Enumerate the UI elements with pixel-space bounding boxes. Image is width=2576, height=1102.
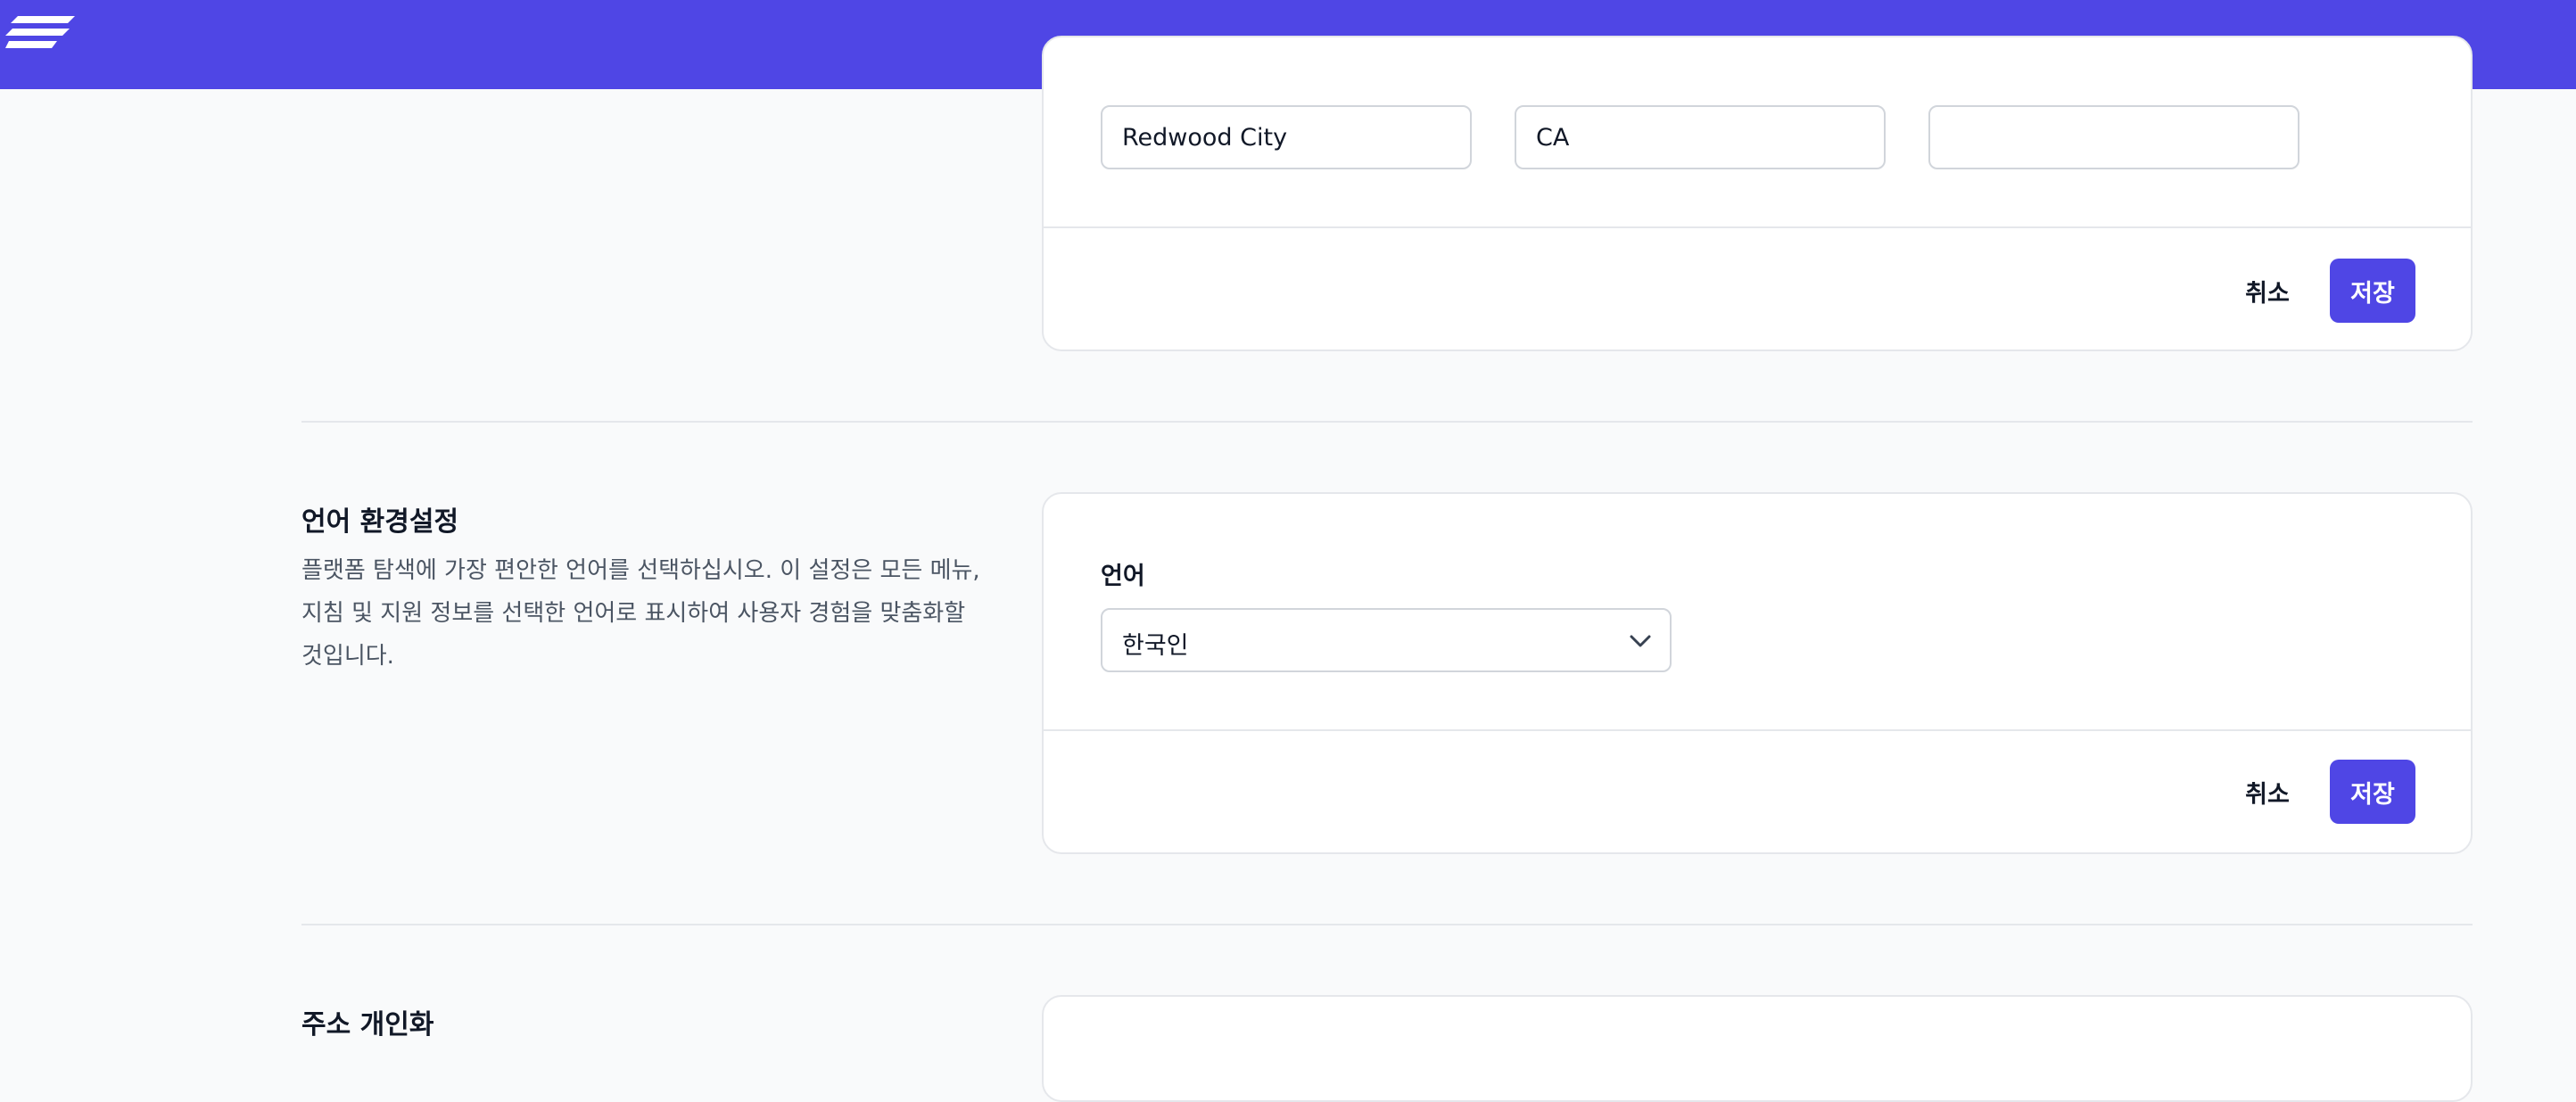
- address-card: 취소 저장: [1042, 36, 2473, 351]
- language-section-description: 플랫폼 탐색에 가장 편안한 언어를 선택하십시오. 이 설정은 모든 메뉴, …: [301, 557, 980, 670]
- card-footer-divider: [1044, 226, 2471, 228]
- stacked-stripes-logo-icon[interactable]: [5, 16, 75, 52]
- state-input[interactable]: [1515, 105, 1886, 169]
- language-select[interactable]: 한국인: [1101, 608, 1672, 672]
- card-footer-divider: [1044, 729, 2471, 731]
- chevron-down-icon: [1630, 635, 1651, 647]
- section-divider: [301, 421, 2473, 423]
- address-personalization-title: 주소 개인화: [301, 1009, 434, 1040]
- language-save-button[interactable]: 저장: [2330, 760, 2415, 824]
- language-field-label: 언어: [1101, 563, 1145, 590]
- language-select-value: 한국인: [1122, 632, 1189, 660]
- address-save-button[interactable]: 저장: [2330, 259, 2415, 323]
- zip-input[interactable]: [1928, 105, 2299, 169]
- section-divider: [301, 924, 2473, 925]
- address-cancel-button[interactable]: 취소: [2242, 273, 2292, 308]
- language-card: 언어 한국인 취소 저장: [1042, 492, 2473, 854]
- language-section-title: 언어 환경설정: [301, 506, 459, 538]
- city-input[interactable]: [1101, 105, 1472, 169]
- address-personalization-card: [1042, 995, 2473, 1102]
- language-cancel-button[interactable]: 취소: [2242, 774, 2292, 810]
